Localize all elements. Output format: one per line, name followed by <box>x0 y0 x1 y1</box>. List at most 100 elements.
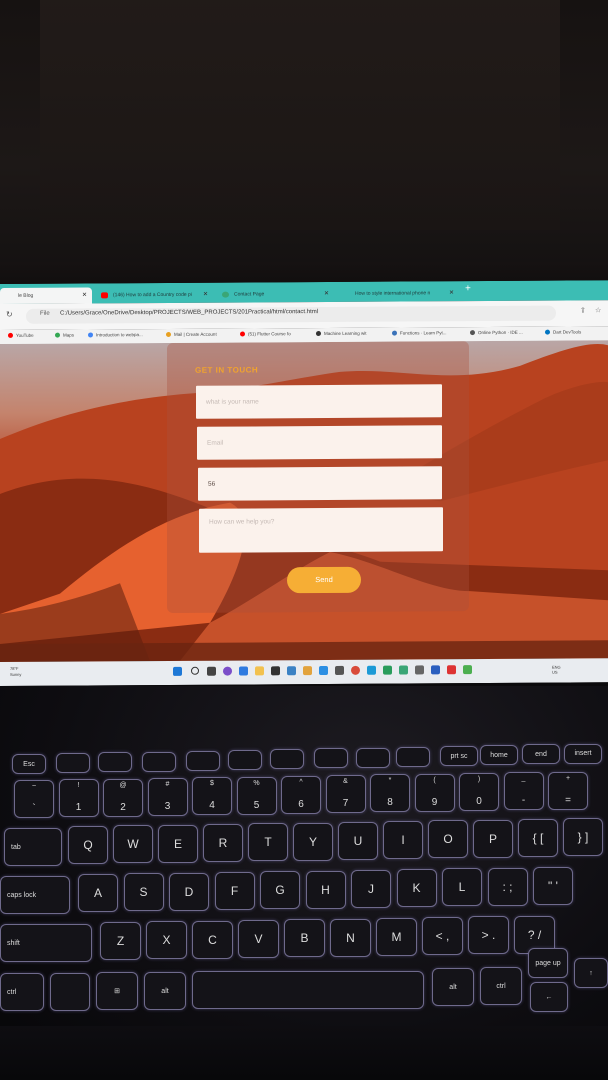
number-key[interactable]: ) 0 <box>459 773 499 811</box>
bookmark-maps[interactable]: Maps <box>55 333 74 338</box>
letter-key[interactable]: L <box>442 868 482 907</box>
alt-key[interactable]: alt <box>144 972 186 1010</box>
name-input[interactable]: what is your name <box>196 384 442 419</box>
number-key[interactable]: @2 <box>103 778 143 817</box>
number-key[interactable]: #3 <box>147 777 188 816</box>
url-field[interactable]: File C:/Users/Grace/OneDrive/Desktop/PRO… <box>26 305 556 324</box>
app-icon[interactable] <box>463 665 472 675</box>
page-up-key[interactable]: page up <box>528 948 568 978</box>
number-key[interactable]: ^ 6 <box>281 775 321 814</box>
word-icon[interactable] <box>431 665 440 675</box>
number-key[interactable]: * 8 <box>370 774 410 813</box>
letter-key[interactable]: V <box>238 919 279 958</box>
number-key[interactable]: (9 <box>414 773 455 812</box>
letter-key[interactable]: > . <box>468 916 509 955</box>
bookmark-machine-learning[interactable]: Machine Learning wit <box>316 331 367 337</box>
letter-key[interactable]: D <box>169 872 209 911</box>
fn-key[interactable]: end <box>522 744 560 765</box>
app-icon[interactable] <box>271 666 280 676</box>
bookmark-online-python[interactable]: Online Python · IDE ... <box>470 330 523 336</box>
fn-key[interactable] <box>270 749 304 770</box>
reload-icon[interactable]: ↻ <box>6 310 13 319</box>
close-icon[interactable]: ✕ <box>82 287 87 303</box>
fn-modifier-key[interactable] <box>50 973 90 1011</box>
arrow-left-key[interactable]: ← <box>530 982 568 1012</box>
app-icon[interactable] <box>287 666 296 676</box>
fn-key[interactable] <box>186 750 220 771</box>
letter-key[interactable]: K <box>396 869 437 908</box>
tab-contact-page[interactable]: Contact Page ✕ <box>216 286 334 303</box>
letter-key[interactable]: U <box>338 821 378 860</box>
letter-key[interactable]: P <box>473 819 513 858</box>
app-icon[interactable] <box>367 665 376 675</box>
letter-key[interactable]: N <box>330 918 371 957</box>
phone-input[interactable]: 56 <box>198 466 442 501</box>
fn-key[interactable] <box>314 748 348 769</box>
letter-key[interactable]: S <box>123 873 164 912</box>
fn-key[interactable]: prt sc <box>440 746 478 766</box>
fn-key[interactable]: Esc <box>12 754 46 774</box>
star-icon[interactable]: ☆ <box>595 306 601 314</box>
number-key[interactable]: $4 <box>192 777 232 816</box>
fn-key[interactable]: insert <box>564 743 602 764</box>
letter-key[interactable]: F <box>214 871 255 910</box>
chrome-icon[interactable] <box>351 665 360 675</box>
file-explorer-icon[interactable] <box>255 666 264 676</box>
fn-key[interactable] <box>396 746 430 767</box>
letter-key[interactable]: X <box>146 921 187 960</box>
bookmark-flutter-course[interactable]: (51) Flutter Course fo <box>240 331 291 337</box>
letter-key[interactable]: Y <box>293 822 333 861</box>
app-icon[interactable] <box>447 665 456 675</box>
bookmark-youtube[interactable]: YouTube <box>8 333 34 339</box>
vscode-icon[interactable] <box>319 665 328 676</box>
close-icon[interactable]: ✕ <box>449 285 454 301</box>
task-view-icon[interactable] <box>207 666 216 676</box>
letter-key[interactable]: O <box>428 820 468 859</box>
bookmark-functions[interactable]: Functions · Learn Pyt... <box>392 330 447 336</box>
letter-key[interactable]: R <box>203 823 243 862</box>
close-icon[interactable]: ✕ <box>203 287 208 303</box>
windows-icon[interactable]: ⊞ <box>96 972 138 1010</box>
letter-key[interactable]: G <box>260 871 300 910</box>
tab-key[interactable]: tab <box>4 828 62 866</box>
ctrl-key[interactable]: ctrl <box>0 973 44 1011</box>
number-key[interactable]: & 7 <box>325 775 366 814</box>
send-button[interactable]: Send <box>287 566 361 594</box>
number-key[interactable]: _ - <box>503 772 544 811</box>
letter-key[interactable]: Z <box>100 922 141 960</box>
start-icon[interactable] <box>173 666 182 676</box>
fn-key[interactable] <box>142 751 176 772</box>
tab-blog[interactable]: le Blog ✕ <box>0 287 92 304</box>
letter-key[interactable]: J <box>351 869 391 908</box>
letter-key[interactable]: A <box>78 874 118 912</box>
shift-key[interactable]: shift <box>0 924 92 962</box>
number-key[interactable]: + = <box>548 771 588 810</box>
number-key[interactable]: % 5 <box>236 776 277 815</box>
share-icon[interactable]: ⇪ <box>580 306 586 314</box>
letter-key[interactable]: { [ <box>518 819 558 857</box>
letter-key[interactable]: } ] <box>563 818 603 857</box>
system-tray[interactable]: ENG US <box>552 665 561 675</box>
tab-youtube[interactable]: (146) How to add a Country code pi ✕ <box>95 287 213 304</box>
app-icon[interactable] <box>383 665 392 675</box>
settings-icon[interactable] <box>415 665 424 675</box>
letter-key[interactable]: E <box>158 824 198 863</box>
weather-widget[interactable]: 78°F Sunny <box>10 666 21 678</box>
tab-style-phone[interactable]: How to style international phone n ✕ <box>337 285 459 302</box>
caps-lock-key[interactable]: caps lock <box>0 876 70 914</box>
bookmark-dart-devtools[interactable]: Dart DevTools <box>545 329 581 335</box>
fn-key[interactable]: home <box>480 745 518 766</box>
alt-key[interactable]: alt <box>432 968 474 1006</box>
letter-key[interactable]: < , <box>422 917 463 956</box>
close-icon[interactable]: ✕ <box>324 286 329 302</box>
letter-key[interactable]: " ' <box>533 867 573 905</box>
letter-key[interactable]: C <box>192 920 233 959</box>
fn-key[interactable] <box>228 750 262 770</box>
space-bar[interactable] <box>192 971 424 1009</box>
number-key[interactable]: ~ ` <box>14 780 54 818</box>
ctrl-key[interactable]: ctrl <box>480 967 522 1005</box>
letter-key[interactable]: T <box>248 823 288 862</box>
search-icon[interactable] <box>191 666 199 675</box>
letter-key[interactable]: I <box>383 821 423 860</box>
arrow-up-key[interactable]: ↑ <box>574 958 608 988</box>
